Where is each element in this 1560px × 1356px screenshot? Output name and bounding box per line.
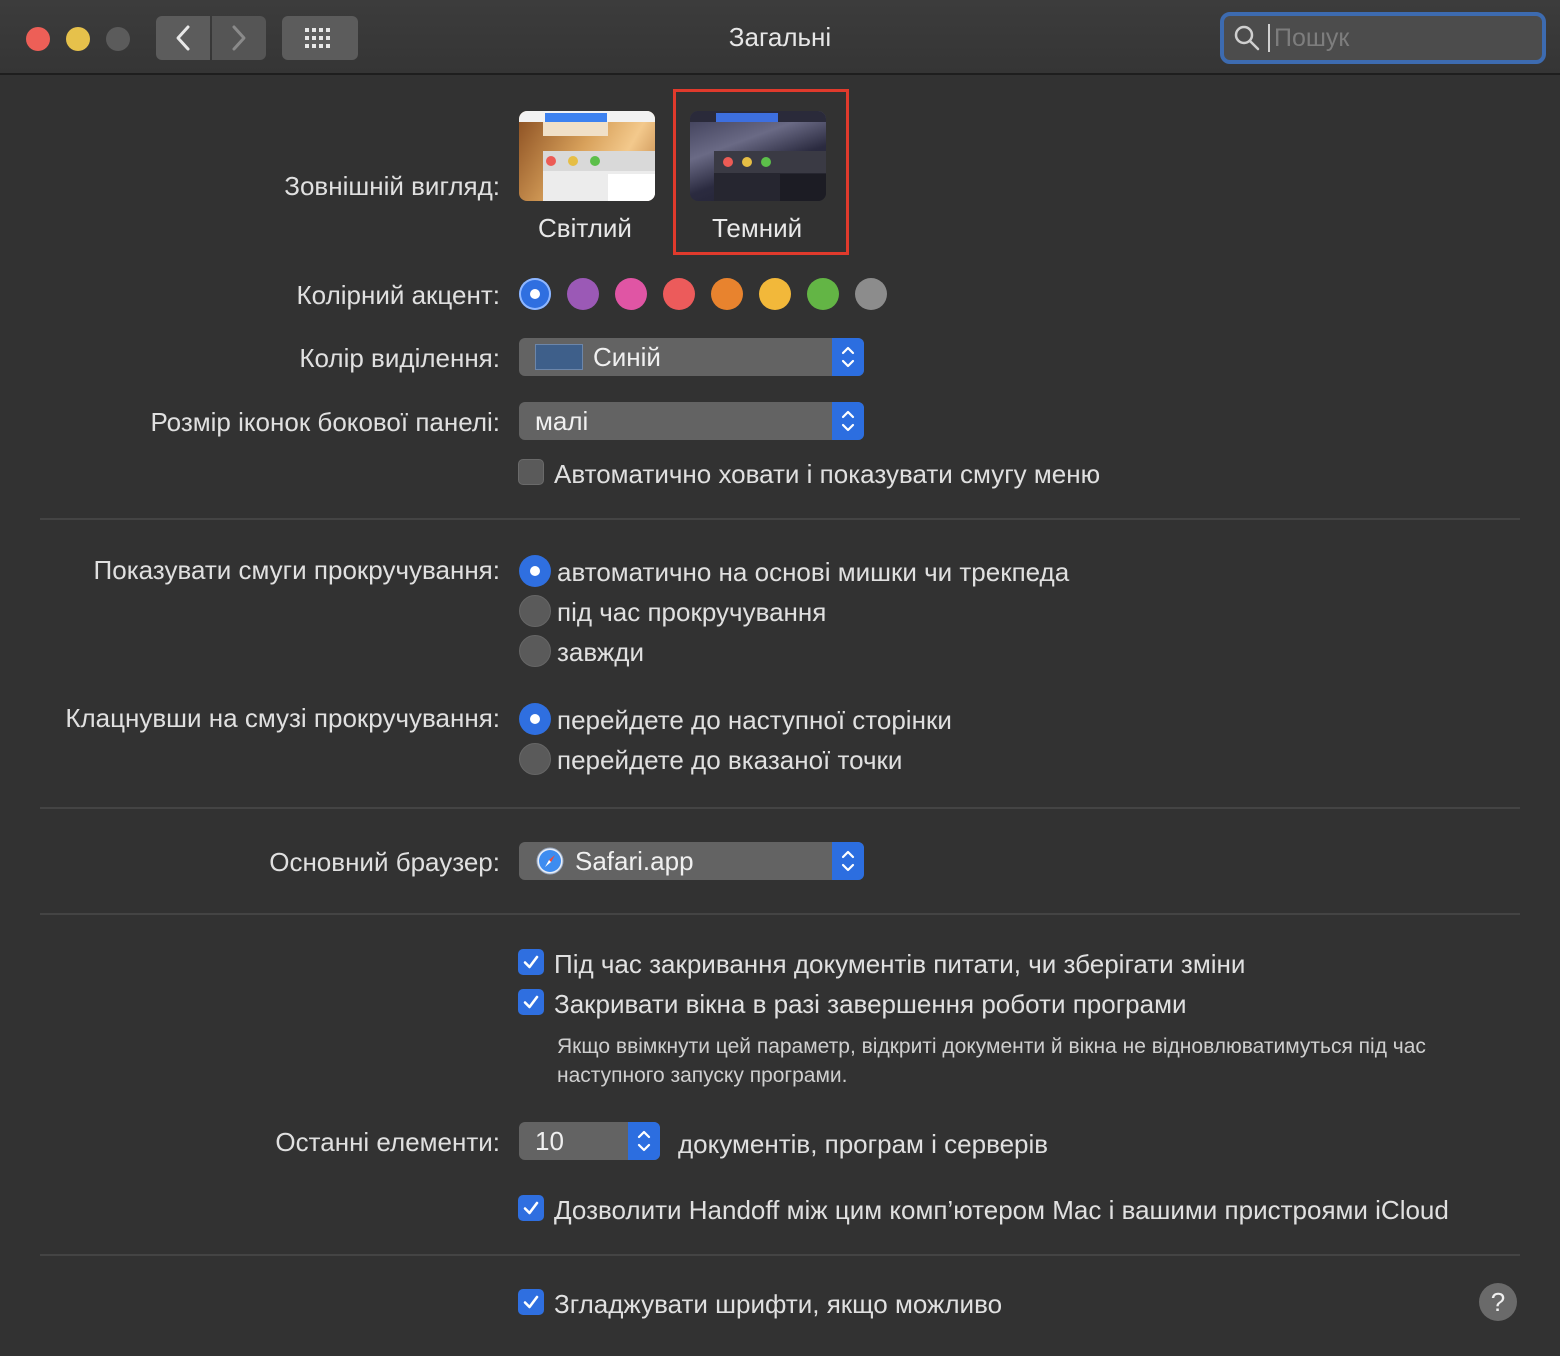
- help-button[interactable]: ?: [1479, 1283, 1517, 1321]
- menubar-autohide-checkbox[interactable]: [518, 459, 544, 485]
- scrollbars-scrolling-radio[interactable]: [519, 595, 551, 627]
- accent-color-swatch[interactable]: [519, 278, 551, 310]
- highlight-color-label: Колір виділення:: [299, 343, 500, 373]
- checkmark-icon: [523, 995, 539, 1009]
- handoff-checkbox[interactable]: [518, 1195, 544, 1221]
- close-windows-checkbox[interactable]: [518, 989, 544, 1015]
- scrollbars-always-radio[interactable]: [519, 635, 551, 667]
- handoff-label[interactable]: Дозволити Handoff між цим комп’ютером Ma…: [554, 1195, 1449, 1226]
- accent-color-swatch[interactable]: [855, 278, 887, 310]
- sidebar-icon-size-label: Розмір іконок бокової панелі:: [150, 407, 500, 437]
- scrollbars-auto-label[interactable]: автоматично на основі мишки чи трекпеда: [557, 557, 1069, 588]
- ask-save-label[interactable]: Під час закривання документів питати, чи…: [554, 949, 1245, 980]
- highlight-color-value: Синій: [593, 341, 661, 372]
- search-field[interactable]: [1220, 12, 1546, 64]
- font-smoothing-label[interactable]: Згладжувати шрифти, якщо можливо: [554, 1289, 1002, 1320]
- appearance-label: Зовнішній вигляд:: [284, 171, 500, 201]
- highlight-color-swatch: [535, 344, 583, 370]
- recent-items-popup[interactable]: 10: [519, 1122, 660, 1160]
- updown-arrows-icon: [628, 1122, 660, 1160]
- highlight-color-popup[interactable]: Синій: [519, 338, 864, 376]
- recent-items-value: 10: [535, 1125, 564, 1156]
- title-bar: Загальні: [0, 0, 1560, 75]
- default-browser-label: Основний браузер:: [269, 847, 500, 877]
- recent-items-label: Останні елементи:: [275, 1127, 500, 1157]
- safari-compass-icon: [536, 847, 564, 875]
- close-windows-note: Якщо ввімкнути цей параметр, відкриті до…: [557, 1035, 1426, 1087]
- scroll-click-spot-label[interactable]: перейдете до вказаної точки: [557, 745, 902, 776]
- updown-arrows-icon: [832, 338, 864, 376]
- recent-items-suffix: документів, програм і серверів: [678, 1129, 1049, 1159]
- scrollbars-auto-radio[interactable]: [519, 555, 551, 587]
- menubar-autohide-label[interactable]: Автоматично ховати і показувати смугу ме…: [554, 459, 1100, 490]
- accent-color-swatch[interactable]: [615, 278, 647, 310]
- separator: [40, 518, 1520, 520]
- default-browser-value: Safari.app: [575, 845, 694, 876]
- checkmark-icon: [523, 955, 539, 969]
- scrollbars-always-label[interactable]: завжди: [557, 637, 644, 668]
- accent-color-swatch[interactable]: [663, 278, 695, 310]
- accent-color-label: Колірний акцент:: [296, 280, 500, 310]
- checkmark-icon: [523, 1295, 539, 1309]
- scroll-click-next-page-radio[interactable]: [519, 703, 551, 735]
- scroll-click-next-page-label[interactable]: перейдете до наступної сторінки: [557, 705, 952, 736]
- accent-color-swatch[interactable]: [759, 278, 791, 310]
- close-windows-label[interactable]: Закривати вікна в разі завершення роботи…: [554, 989, 1187, 1020]
- default-browser-popup[interactable]: Safari.app: [519, 842, 864, 880]
- search-icon: [1234, 25, 1260, 51]
- appearance-light-thumbnail[interactable]: [519, 111, 655, 201]
- accent-color-swatch[interactable]: [711, 278, 743, 310]
- accent-color-swatch[interactable]: [567, 278, 599, 310]
- separator: [40, 913, 1520, 915]
- scrollbars-label: Показувати смуги прокручування:: [93, 555, 500, 585]
- search-input[interactable]: [1272, 22, 1526, 54]
- ask-save-checkbox[interactable]: [518, 949, 544, 975]
- scroll-click-spot-radio[interactable]: [519, 743, 551, 775]
- checkmark-icon: [523, 1201, 539, 1215]
- scroll-click-label: Клацнувши на смузі прокручування:: [65, 703, 500, 733]
- appearance-dark-label[interactable]: Темний: [712, 213, 802, 244]
- text-cursor: [1268, 24, 1270, 52]
- sidebar-icon-size-value: малі: [535, 405, 589, 436]
- light-mode-preview-icon: [519, 111, 655, 201]
- scrollbars-scrolling-label[interactable]: під час прокручування: [557, 597, 826, 628]
- updown-arrows-icon: [832, 842, 864, 880]
- appearance-light-label[interactable]: Світлий: [538, 213, 632, 244]
- accent-color-swatch[interactable]: [807, 278, 839, 310]
- font-smoothing-checkbox[interactable]: [518, 1289, 544, 1315]
- separator: [40, 1254, 1520, 1256]
- updown-arrows-icon: [832, 402, 864, 440]
- sidebar-icon-size-popup[interactable]: малі: [519, 402, 864, 440]
- separator: [40, 807, 1520, 809]
